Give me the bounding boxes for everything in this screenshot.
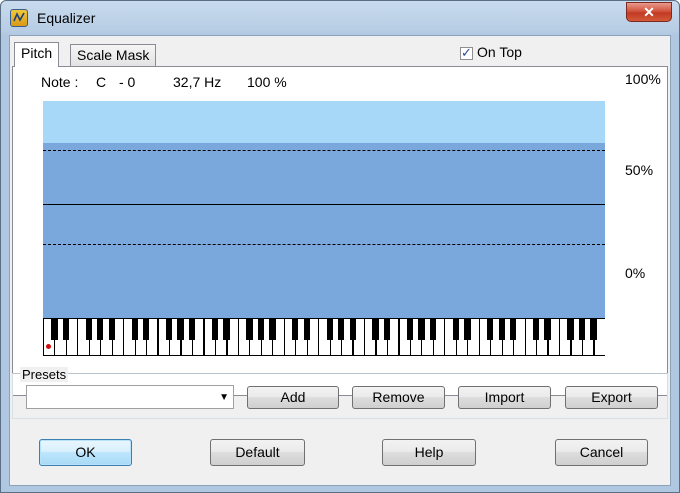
- black-key[interactable]: [131, 318, 138, 340]
- note-frequency: 32,7 Hz: [173, 74, 222, 90]
- black-key[interactable]: [51, 318, 58, 340]
- black-key[interactable]: [303, 318, 310, 340]
- black-key[interactable]: [464, 318, 471, 340]
- remove-button[interactable]: Remove: [352, 386, 445, 409]
- on-top-label: On Top: [477, 44, 522, 60]
- black-key[interactable]: [143, 318, 150, 340]
- presets-dropdown[interactable]: ▼: [26, 385, 234, 409]
- note-octave: - 0: [119, 74, 136, 90]
- black-key[interactable]: [257, 318, 265, 340]
- black-key[interactable]: [533, 318, 540, 340]
- gridline-25: [43, 244, 605, 245]
- tab-pitch[interactable]: Pitch: [14, 42, 60, 67]
- black-key[interactable]: [544, 318, 551, 340]
- y-label-100: 100%: [625, 71, 661, 87]
- export-button[interactable]: Export: [565, 386, 658, 409]
- black-key[interactable]: [62, 318, 70, 340]
- current-note-marker: [46, 344, 51, 349]
- dialog-body: Pitch Scale Mask On Top Note : C - 0 32,…: [9, 35, 671, 486]
- black-key[interactable]: [418, 318, 425, 340]
- black-key[interactable]: [269, 318, 276, 340]
- app-icon: [10, 9, 28, 27]
- presets-label: Presets: [20, 367, 69, 382]
- black-key[interactable]: [498, 318, 505, 340]
- on-top-checkbox[interactable]: On Top: [460, 44, 522, 61]
- black-key[interactable]: [223, 318, 230, 340]
- black-key[interactable]: [177, 318, 184, 340]
- black-key[interactable]: [108, 318, 115, 340]
- gain-curve-area: [43, 101, 605, 143]
- add-button[interactable]: Add: [247, 386, 339, 409]
- y-label-50: 50%: [625, 162, 654, 178]
- note-label: Note :: [41, 74, 79, 90]
- black-key[interactable]: [429, 318, 437, 340]
- black-key[interactable]: [97, 318, 104, 340]
- cancel-button[interactable]: Cancel: [555, 439, 648, 466]
- dropdown-arrow-icon[interactable]: ▼: [219, 392, 229, 403]
- gridline-50: [43, 204, 605, 205]
- black-key[interactable]: [567, 318, 574, 340]
- equalizer-graph[interactable]: [43, 101, 605, 356]
- black-key[interactable]: [211, 318, 219, 340]
- note-name: C: [96, 74, 107, 90]
- black-key[interactable]: [166, 318, 173, 340]
- black-key[interactable]: [372, 318, 379, 340]
- title-bar[interactable]: Equalizer ✕: [1, 1, 679, 35]
- y-label-0: 0%: [625, 265, 646, 281]
- window-title: Equalizer: [37, 10, 96, 26]
- black-key[interactable]: [326, 318, 333, 340]
- black-key[interactable]: [292, 318, 299, 340]
- black-key[interactable]: [590, 318, 597, 340]
- piano-keyboard[interactable]: [43, 318, 605, 356]
- help-button[interactable]: Help: [382, 439, 476, 466]
- import-button[interactable]: Import: [458, 386, 551, 409]
- black-key[interactable]: [338, 318, 345, 340]
- black-key[interactable]: [406, 318, 414, 340]
- black-key[interactable]: [188, 318, 196, 340]
- gridline-75: [43, 150, 605, 151]
- black-key[interactable]: [510, 318, 517, 340]
- black-key[interactable]: [85, 318, 93, 340]
- black-key[interactable]: [383, 318, 391, 340]
- tab-scale-mask[interactable]: Scale Mask: [70, 44, 157, 66]
- black-key[interactable]: [452, 318, 460, 340]
- pitch-panel: Note : C - 0 32,7 Hz 100 % 100% 50% 0%: [12, 66, 668, 396]
- ok-button[interactable]: OK: [39, 439, 132, 466]
- note-level: 100 %: [247, 74, 287, 90]
- black-key[interactable]: [578, 318, 586, 340]
- black-key[interactable]: [246, 318, 253, 340]
- black-key[interactable]: [349, 318, 356, 340]
- checkbox-icon[interactable]: [460, 45, 473, 61]
- close-button[interactable]: ✕: [626, 2, 672, 22]
- equalizer-window: Equalizer ✕ Pitch Scale Mask On Top Note…: [0, 0, 680, 493]
- default-button[interactable]: Default: [210, 439, 305, 466]
- black-key[interactable]: [487, 318, 494, 340]
